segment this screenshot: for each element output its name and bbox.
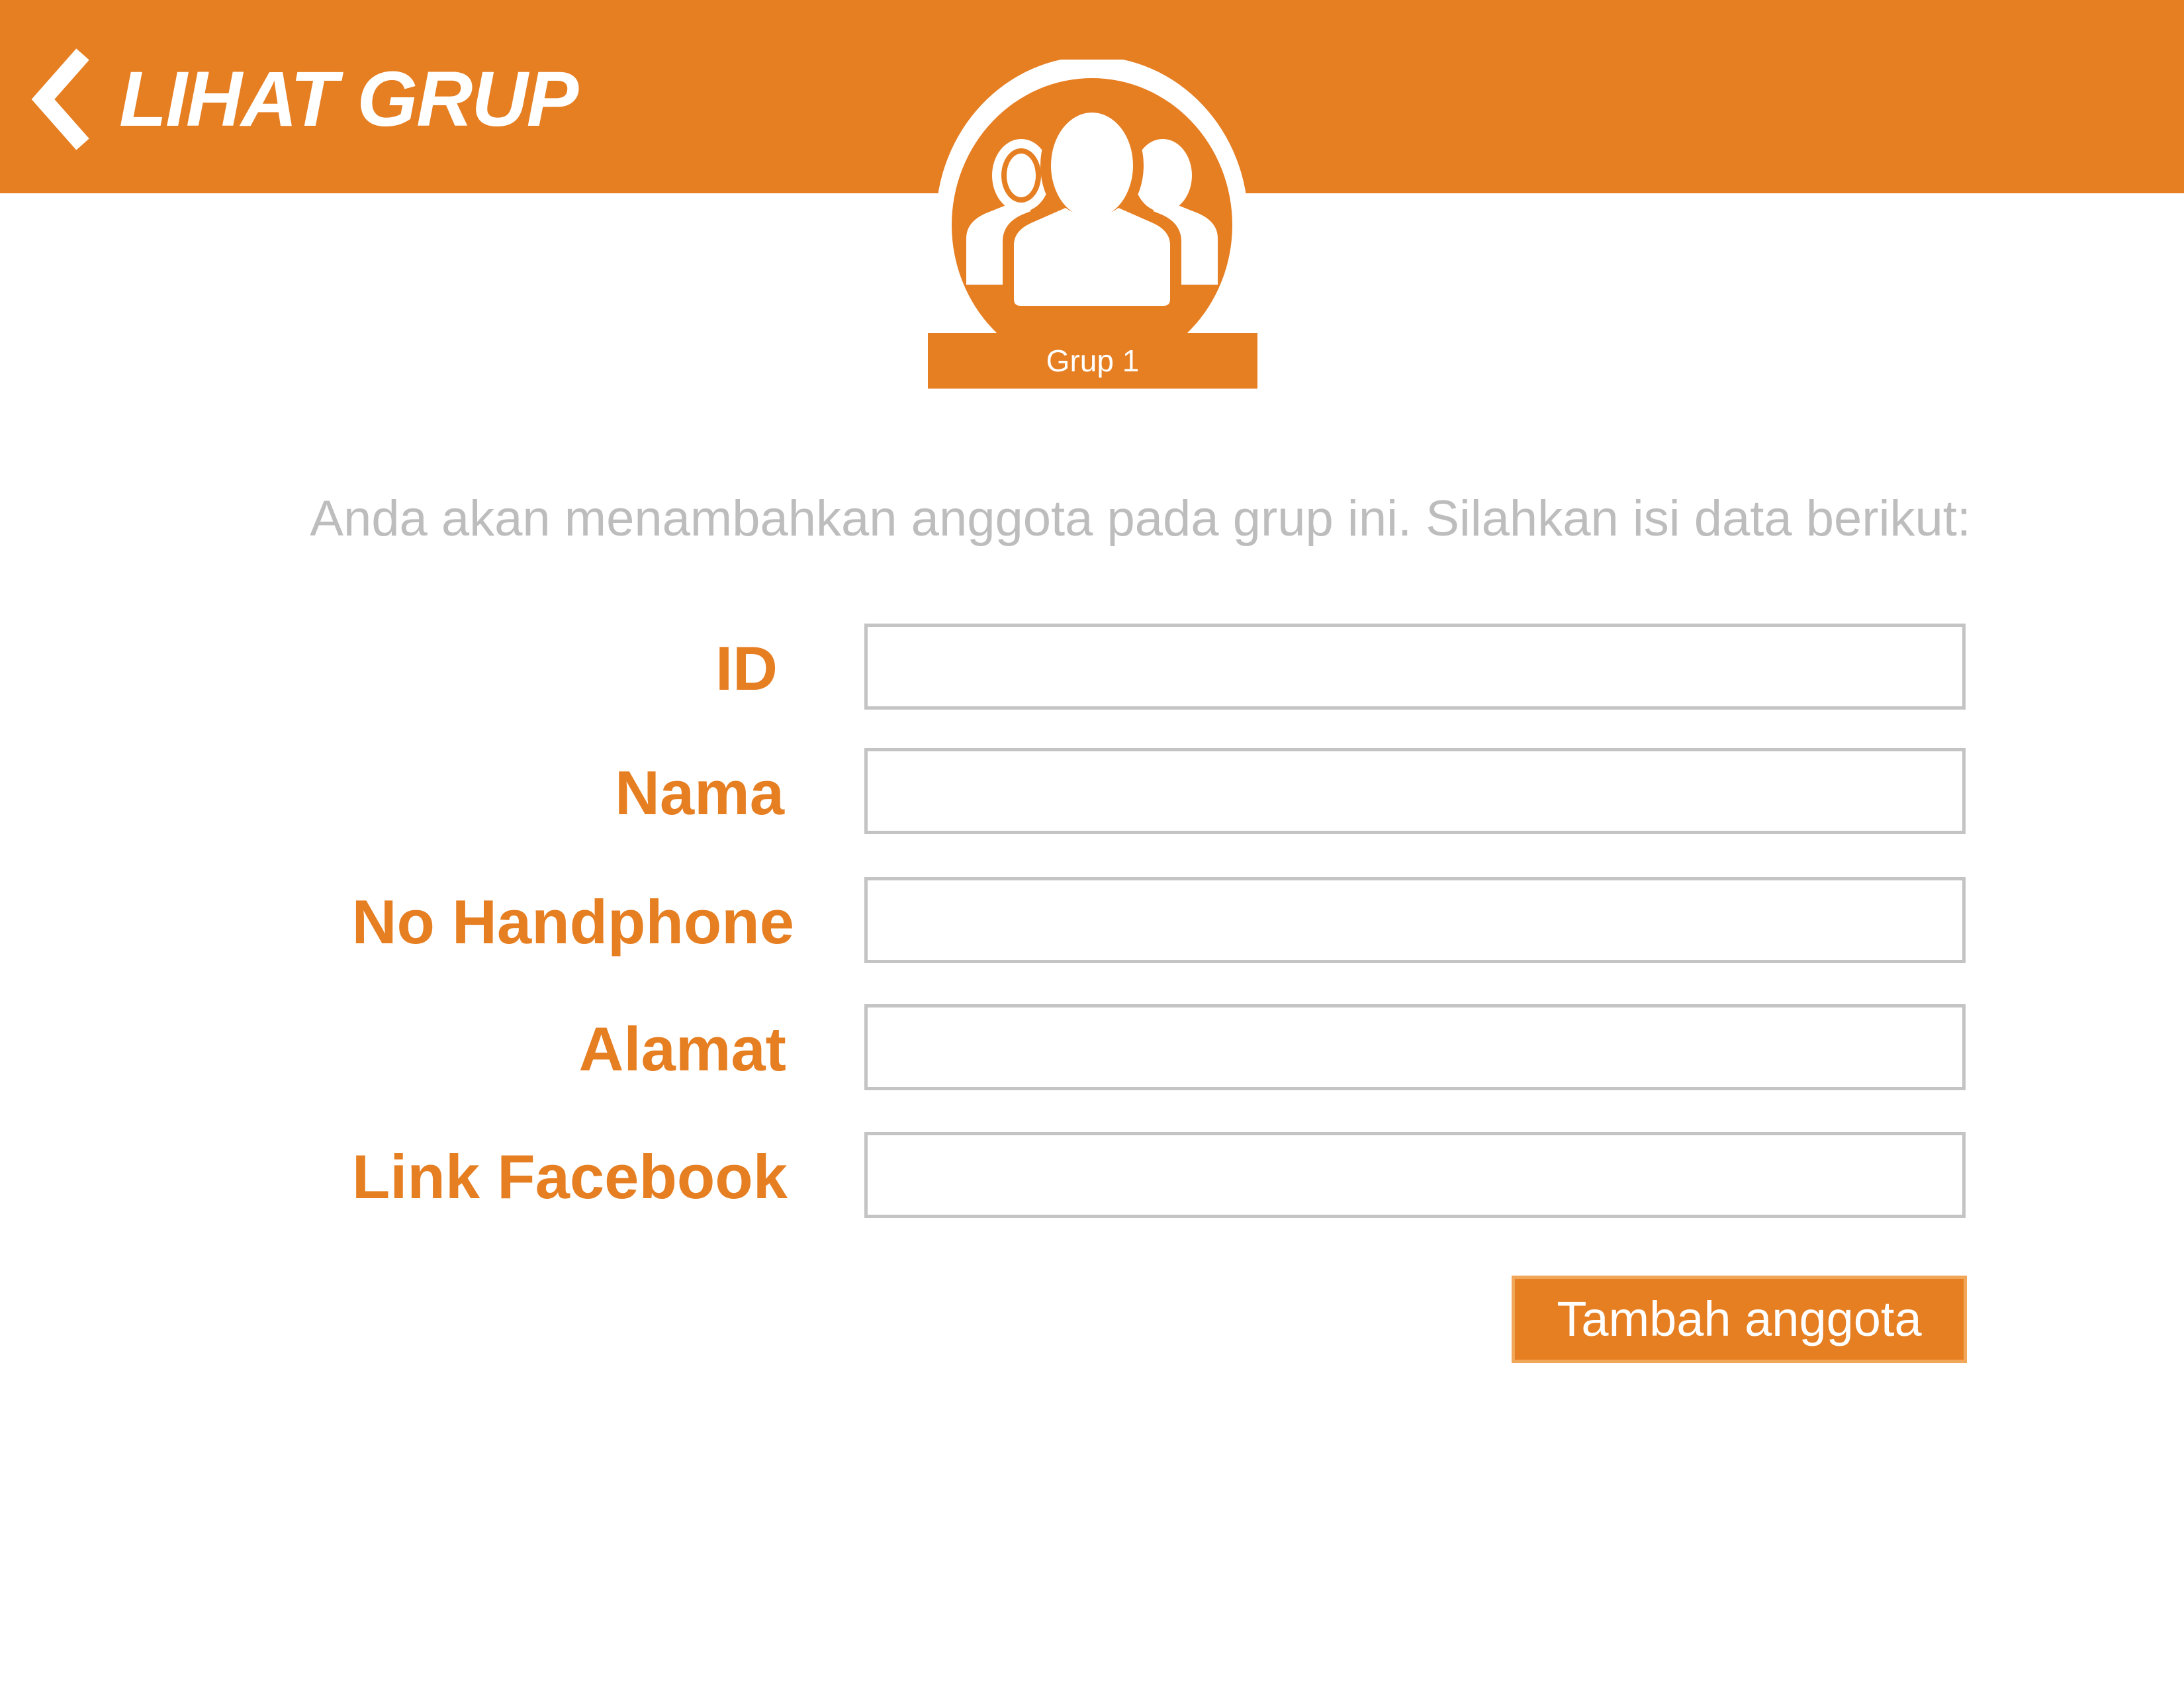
no-handphone-label: No Handphone <box>351 887 794 957</box>
link-facebook-input[interactable] <box>864 1132 1966 1218</box>
form-row-no-handphone: No Handphone <box>0 877 2184 967</box>
form-row-id: ID <box>0 624 2184 714</box>
back-button[interactable]: LIHAT GRUP <box>26 33 578 165</box>
link-facebook-label: Link Facebook <box>351 1142 788 1211</box>
id-input[interactable] <box>864 624 1966 710</box>
form-row-nama: Nama <box>0 748 2184 838</box>
group-name-label: Grup 1 <box>928 333 1257 389</box>
page-title: LIHAT GRUP <box>119 56 578 143</box>
id-label: ID <box>715 633 778 703</box>
chevron-left-icon[interactable] <box>26 46 99 152</box>
no-handphone-input[interactable] <box>864 877 1966 963</box>
nama-input[interactable] <box>864 748 1966 834</box>
alamat-input[interactable] <box>864 1004 1966 1090</box>
add-member-button[interactable]: Tambah anggota <box>1512 1276 1967 1363</box>
alamat-label: Alamat <box>578 1014 786 1084</box>
form-row-alamat: Alamat <box>0 1004 2184 1094</box>
add-member-page: LIHAT GRUP Grup 1 Anda akan menambahkan … <box>0 0 2184 1688</box>
instruction-text: Anda akan menambahkan anggota pada grup … <box>310 491 1971 547</box>
nama-label: Nama <box>614 758 784 827</box>
form-row-link-facebook: Link Facebook <box>0 1132 2184 1222</box>
